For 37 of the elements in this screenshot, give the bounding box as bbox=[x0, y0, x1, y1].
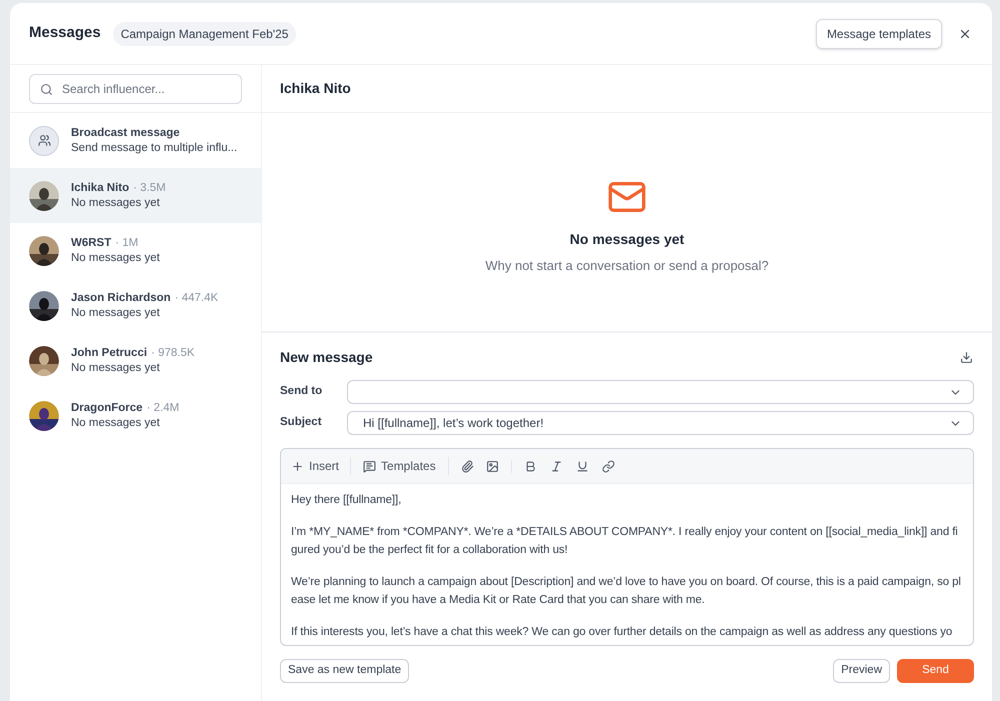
conversation-item[interactable]: Ichika Nito · 3.5M No messages yet bbox=[10, 168, 261, 223]
follower-count: · 978.5K bbox=[151, 346, 195, 360]
templates-button[interactable]: Templates bbox=[351, 457, 449, 475]
contact-name: Broadcast message bbox=[71, 126, 180, 140]
follower-count: · 2.4M bbox=[146, 400, 180, 416]
message-templates-button[interactable]: Message templates bbox=[816, 18, 942, 48]
contact-name: Ichika Nito bbox=[71, 180, 130, 196]
message-paragraph: If this interests you, let’s have a chat this week? We can go over further details on the campaign as well as address any questions yo bbox=[291, 625, 954, 640]
contact-name: W6RST bbox=[71, 236, 112, 250]
follower-count: · 447.4K bbox=[174, 290, 218, 306]
contact-name: DragonForce bbox=[71, 400, 143, 416]
follower-count: · 3.5M bbox=[133, 180, 166, 196]
message-preview: No messages yet bbox=[71, 416, 161, 430]
empty-state-text: Why not start a conversation or send a proposal? bbox=[485, 257, 769, 275]
campaign-tag: Campaign Management Feb'25 bbox=[112, 22, 296, 46]
composer-title: New message bbox=[280, 348, 373, 367]
contact-name: John Petrucci bbox=[71, 346, 148, 360]
search-field[interactable]: Search influencer... bbox=[29, 74, 242, 104]
message-preview: No messages yet bbox=[71, 360, 161, 376]
message-preview: Send message to multiple influ... bbox=[71, 140, 238, 156]
follower-count: · 1M bbox=[115, 236, 138, 250]
contact-name: Jason Richardson bbox=[71, 290, 171, 306]
select-field[interactable]: Hi [[fullname]], let’s work together! bbox=[347, 411, 974, 435]
preview-button[interactable]: Preview bbox=[833, 659, 890, 683]
message-preview: No messages yet bbox=[71, 196, 161, 210]
insert-button[interactable]: Insert bbox=[291, 457, 352, 475]
message-paragraph: Hey there [[fullname]], bbox=[291, 493, 402, 508]
conversation-title: Ichika Nito bbox=[280, 79, 351, 98]
empty-state-title: No messages yet bbox=[570, 230, 684, 249]
message-preview: No messages yet bbox=[71, 306, 161, 320]
save-template-button[interactable]: Save as new template bbox=[280, 659, 410, 683]
dialog-title: Messages bbox=[29, 23, 101, 44]
message-paragraph: We’re planning to launch a campaign about [Description] and we’d love to have you on board. Of course, this is a paid campaign, so please let me know if you have a Media Kit or Rate Card that you can share with me. bbox=[291, 575, 962, 608]
message-paragraph: I’m *MY_NAME* from *COMPANY*. We’re a *DETAILS ABOUT COMPANY*. I really enjoy your content on [[social_media_link]] and figured you’d be the perfect fit for a collaboration with us! bbox=[291, 525, 959, 558]
message-preview: No messages yet bbox=[71, 250, 160, 266]
field-label: Send to bbox=[280, 384, 324, 400]
field-label: Subject bbox=[280, 415, 323, 430]
